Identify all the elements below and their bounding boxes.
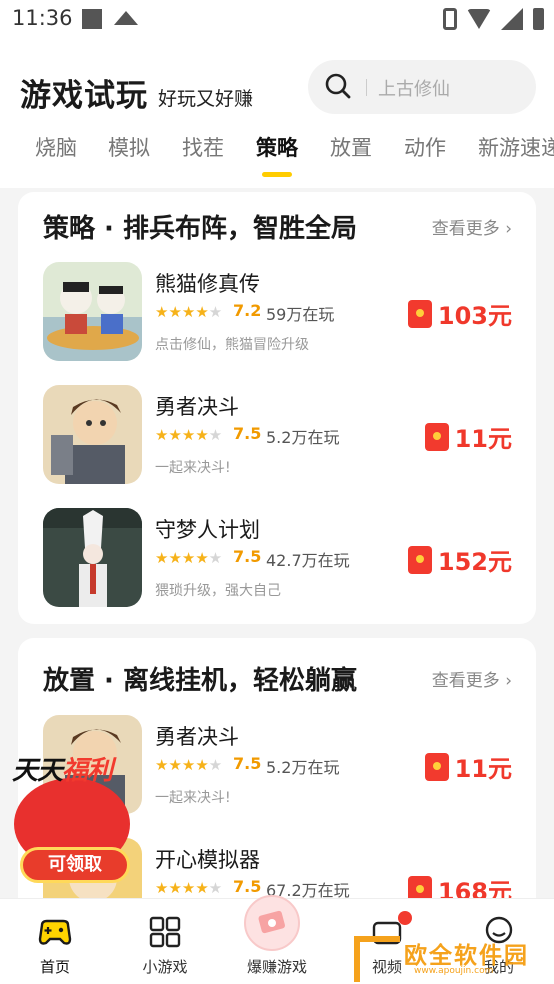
tab-dongzuo[interactable]: 动作 [404, 132, 446, 162]
tab-fangzhi[interactable]: 放置 [330, 132, 372, 162]
game-icon [43, 385, 142, 484]
status-bar: 11:36 [0, 0, 554, 40]
watermark-url: www.apoujin.com [414, 966, 494, 976]
star-rating: ★★★★★ [155, 549, 223, 567]
game-icon [43, 262, 142, 361]
nav-label: 爆赚游戏 [246, 958, 307, 976]
game-description: 一起来决斗! [155, 460, 231, 476]
rating-value: 7.2 [233, 301, 262, 320]
watermark: 欧全软件园 www.apoujin.com [354, 930, 548, 982]
nav-home[interactable]: 首页 [0, 899, 110, 984]
player-count: 5.2万在玩 [266, 428, 340, 447]
rating-value: 7.5 [233, 547, 262, 566]
rating-value: 7.5 [233, 877, 262, 896]
tab-zhaocha[interactable]: 找茬 [182, 132, 224, 162]
tab-indicator [262, 172, 292, 177]
reward-badge[interactable]: 11元 [424, 419, 512, 454]
tab-shaonao[interactable]: 烧脑 [35, 132, 77, 162]
tab-xinyou[interactable]: 新游速递 [478, 132, 554, 162]
rating-value: 7.5 [233, 754, 262, 773]
game-item[interactable]: 勇者决斗 ★★★★★ 7.5 5.2万在玩 一起来决斗! 11元 [18, 385, 536, 485]
battery-icon [533, 8, 544, 30]
signal-icon [501, 8, 523, 30]
game-name: 开心模拟器 [155, 848, 260, 872]
reward-amount: 152元 [437, 548, 512, 576]
page-title: 游戏试玩 [20, 78, 148, 114]
promo-title-a: 天天 [12, 756, 63, 786]
promo-title: 天天福利 [12, 750, 113, 787]
claim-button[interactable]: 可领取 [20, 847, 130, 883]
player-count: 5.2万在玩 [266, 758, 340, 777]
category-tabs: 烧脑 模拟 找茬 策略 放置 动作 新游速递 [0, 126, 554, 186]
section-title: 策略 · 排兵布阵，智胜全局 [43, 214, 357, 244]
red-packet-icon [424, 422, 449, 451]
game-name: 勇者决斗 [155, 395, 239, 419]
star-rating: ★★★★★ [155, 879, 223, 897]
reward-amount: 11元 [454, 425, 512, 453]
watermark-logo-icon [354, 936, 400, 982]
notification-icon-2 [114, 11, 138, 25]
star-rating: ★★★★★ [155, 303, 223, 321]
star-rating: ★★★★★ [155, 756, 223, 774]
reward-badge[interactable]: 11元 [424, 749, 512, 784]
status-time: 11:36 [12, 6, 73, 30]
game-description: 猥琐升级，强大自己 [155, 583, 281, 599]
promo-title-b: 福利 [62, 756, 113, 786]
player-count: 59万在玩 [266, 305, 335, 324]
game-name: 勇者决斗 [155, 725, 239, 749]
gamepad-icon [38, 919, 72, 945]
star-rating: ★★★★★ [155, 426, 223, 444]
search-icon [325, 73, 351, 99]
page-subtitle: 好玩又好赚 [158, 88, 254, 110]
reward-amount: 103元 [437, 302, 512, 330]
game-item[interactable]: 熊猫修真传 ★★★★★ 7.2 59万在玩 点击修仙，熊猫冒险升级 103元 [18, 262, 536, 362]
notification-dot [398, 911, 412, 925]
player-count: 42.7万在玩 [266, 551, 350, 570]
game-item[interactable]: 守梦人计划 ★★★★★ 7.5 42.7万在玩 猥琐升级，强大自己 152元 [18, 508, 536, 608]
red-packet-icon [407, 299, 432, 328]
reward-badge[interactable]: 152元 [407, 542, 512, 577]
search-input[interactable]: 上古修仙 [378, 75, 450, 101]
nav-label: 首页 [39, 958, 70, 976]
nav-mini-games[interactable]: 小游戏 [110, 899, 220, 984]
game-name: 熊猫修真传 [155, 272, 260, 296]
game-name: 守梦人计划 [155, 518, 260, 542]
watermark-text: 欧全软件园 [404, 943, 529, 969]
nav-earn-games[interactable]: 爆赚游戏 [222, 895, 332, 984]
see-more-link[interactable]: 查看更多 › [432, 666, 512, 691]
red-packet-icon [407, 545, 432, 574]
section-card-strategy: 策略 · 排兵布阵，智胜全局 查看更多 › 熊猫修真传 ★★★★★ 7.2 59… [18, 192, 536, 624]
game-icon [43, 508, 142, 607]
daily-bonus-float[interactable]: 天天福利 可领取 [8, 750, 136, 890]
reward-badge[interactable]: 103元 [407, 296, 512, 331]
grid-icon [149, 916, 181, 948]
status-icons [443, 8, 544, 30]
header: 游戏试玩 好玩又好赚 上古修仙 烧脑 模拟 找茬 策略 放置 动作 新游速递 [0, 40, 554, 188]
game-description: 一起来决斗! [155, 790, 231, 806]
cash-icon [244, 895, 300, 951]
tab-moni[interactable]: 模拟 [108, 132, 150, 162]
section-title: 放置 · 离线挂机，轻松躺赢 [43, 666, 357, 696]
reward-amount: 11元 [454, 755, 512, 783]
game-description: 点击修仙，熊猫冒险升级 [155, 337, 309, 353]
search-divider [366, 79, 367, 96]
tab-celue[interactable]: 策略 [256, 132, 298, 162]
wifi-icon [467, 9, 491, 29]
see-more-link[interactable]: 查看更多 › [432, 214, 512, 239]
red-packet-icon [424, 752, 449, 781]
nav-label: 小游戏 [142, 958, 188, 976]
rating-value: 7.5 [233, 424, 262, 443]
notification-icon [82, 9, 102, 29]
vibrate-icon [443, 8, 457, 30]
search-bar[interactable]: 上古修仙 [308, 60, 536, 114]
